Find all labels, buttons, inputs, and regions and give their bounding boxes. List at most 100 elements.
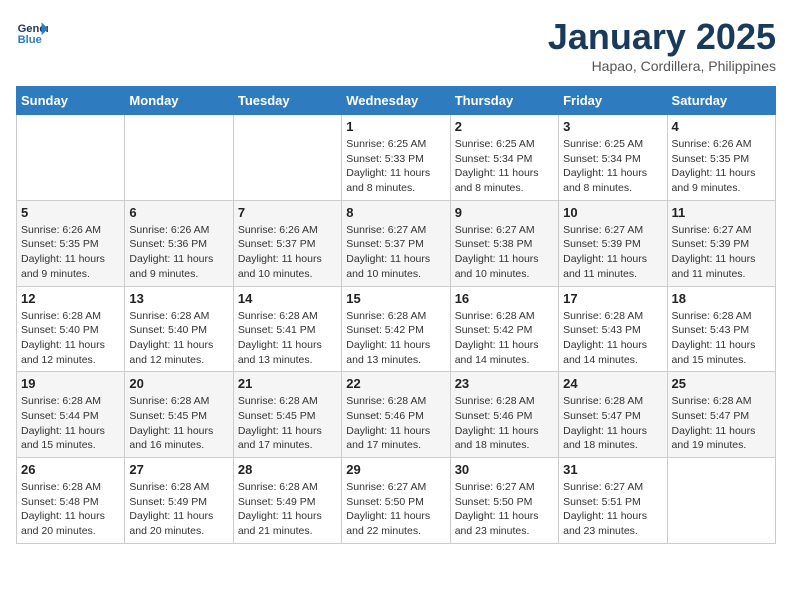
day-info-line: Daylight: 11 hours and 18 minutes. (563, 424, 662, 453)
day-number: 16 (455, 291, 554, 306)
day-info-line: Sunrise: 6:27 AM (346, 480, 445, 495)
day-info-line: Sunrise: 6:28 AM (563, 309, 662, 324)
day-info-line: Sunset: 5:37 PM (238, 237, 337, 252)
week-row-2: 5Sunrise: 6:26 AMSunset: 5:35 PMDaylight… (17, 200, 776, 286)
day-info-line: Daylight: 11 hours and 8 minutes. (346, 166, 445, 195)
day-info-line: Sunset: 5:34 PM (563, 152, 662, 167)
day-info-line: Daylight: 11 hours and 13 minutes. (346, 338, 445, 367)
weekday-header-tuesday: Tuesday (233, 87, 341, 115)
day-info-line: Daylight: 11 hours and 8 minutes. (563, 166, 662, 195)
day-info-line: Sunrise: 6:25 AM (563, 137, 662, 152)
day-info-line: Daylight: 11 hours and 14 minutes. (563, 338, 662, 367)
day-number: 1 (346, 119, 445, 134)
day-info-line: Sunset: 5:51 PM (563, 495, 662, 510)
day-info-line: Daylight: 11 hours and 10 minutes. (238, 252, 337, 281)
month-title: January 2025 (548, 16, 776, 58)
title-section: January 2025 Hapao, Cordillera, Philippi… (548, 16, 776, 74)
weekday-header-saturday: Saturday (667, 87, 775, 115)
day-info-line: Daylight: 11 hours and 19 minutes. (672, 424, 771, 453)
day-info-line: Sunrise: 6:28 AM (563, 394, 662, 409)
day-cell: 20Sunrise: 6:28 AMSunset: 5:45 PMDayligh… (125, 372, 233, 458)
day-info-line: Sunrise: 6:27 AM (563, 480, 662, 495)
day-cell (125, 115, 233, 201)
day-info-line: Sunrise: 6:26 AM (672, 137, 771, 152)
day-info-line: Daylight: 11 hours and 12 minutes. (21, 338, 120, 367)
day-info-line: Sunset: 5:50 PM (346, 495, 445, 510)
day-info-line: Sunrise: 6:28 AM (21, 394, 120, 409)
day-info-line: Sunrise: 6:25 AM (346, 137, 445, 152)
day-info-line: Sunrise: 6:28 AM (346, 309, 445, 324)
day-cell: 12 Sunrise: 6:28 AMSunset: 5:40 PMDayligh… (17, 286, 125, 372)
day-number: 2 (455, 119, 554, 134)
day-number: 12 (21, 291, 120, 306)
weekday-header-row: SundayMondayTuesdayWednesdayThursdayFrid… (17, 87, 776, 115)
day-cell (233, 115, 341, 201)
day-cell: 19Sunrise: 6:28 AMSunset: 5:44 PMDayligh… (17, 372, 125, 458)
day-info-line: Sunset: 5:33 PM (346, 152, 445, 167)
day-number: 11 (672, 205, 771, 220)
day-cell: 9Sunrise: 6:27 AMSunset: 5:38 PMDaylight… (450, 200, 558, 286)
day-info-line: Daylight: 11 hours and 9 minutes. (129, 252, 228, 281)
day-cell: 8Sunrise: 6:27 AMSunset: 5:37 PMDaylight… (342, 200, 450, 286)
day-number: 21 (238, 376, 337, 391)
day-info-line: Sunset: 5:34 PM (455, 152, 554, 167)
day-cell: 14Sunrise: 6:28 AMSunset: 5:41 PMDayligh… (233, 286, 341, 372)
day-cell: 5Sunrise: 6:26 AMSunset: 5:35 PMDaylight… (17, 200, 125, 286)
day-info-line: Daylight: 11 hours and 23 minutes. (455, 509, 554, 538)
day-cell: 24Sunrise: 6:28 AMSunset: 5:47 PMDayligh… (559, 372, 667, 458)
logo-icon: General Blue (16, 16, 48, 48)
day-info-line: Daylight: 11 hours and 9 minutes. (672, 166, 771, 195)
day-info-line: Sunrise: 6:28 AM (238, 309, 337, 324)
calendar-table: SundayMondayTuesdayWednesdayThursdayFrid… (16, 86, 776, 544)
day-cell: 17Sunrise: 6:28 AMSunset: 5:43 PMDayligh… (559, 286, 667, 372)
day-cell (17, 115, 125, 201)
logo: General Blue (16, 16, 48, 48)
day-info-line: Daylight: 11 hours and 15 minutes. (21, 424, 120, 453)
day-cell: 23Sunrise: 6:28 AMSunset: 5:46 PMDayligh… (450, 372, 558, 458)
day-info-line: Daylight: 11 hours and 23 minutes. (563, 509, 662, 538)
day-number: 27 (129, 462, 228, 477)
day-number: 26 (21, 462, 120, 477)
day-info-line: Sunset: 5:39 PM (563, 237, 662, 252)
header: General Blue January 2025 Hapao, Cordill… (16, 16, 776, 74)
day-cell: 16Sunrise: 6:28 AMSunset: 5:42 PMDayligh… (450, 286, 558, 372)
day-number: 14 (238, 291, 337, 306)
day-info-line: Sunrise: 6:26 AM (129, 223, 228, 238)
day-info-line: Sunset: 5:47 PM (563, 409, 662, 424)
day-info-line: Sunrise: 6:28 AM (21, 309, 120, 324)
day-number: 30 (455, 462, 554, 477)
day-info-line: Sunset: 5:35 PM (21, 237, 120, 252)
day-number: 7 (238, 205, 337, 220)
day-number: 15 (346, 291, 445, 306)
day-info-line: Sunset: 5:40 PM (129, 323, 228, 338)
day-info-line: Daylight: 11 hours and 22 minutes. (346, 509, 445, 538)
day-cell: 6Sunrise: 6:26 AMSunset: 5:36 PMDaylight… (125, 200, 233, 286)
day-number: 8 (346, 205, 445, 220)
day-info-line: Sunrise: 6:26 AM (238, 223, 337, 238)
day-info-line: Sunset: 5:40 PM (21, 323, 120, 338)
day-info-line: Daylight: 11 hours and 13 minutes. (238, 338, 337, 367)
day-cell: 13Sunrise: 6:28 AMSunset: 5:40 PMDayligh… (125, 286, 233, 372)
day-info-line: Sunset: 5:45 PM (129, 409, 228, 424)
day-info-line: Sunrise: 6:25 AM (455, 137, 554, 152)
day-info-line: Sunrise: 6:28 AM (21, 480, 120, 495)
day-info-line: Sunrise: 6:27 AM (563, 223, 662, 238)
day-cell: 10Sunrise: 6:27 AMSunset: 5:39 PMDayligh… (559, 200, 667, 286)
day-info-line: Sunset: 5:49 PM (129, 495, 228, 510)
day-cell: 11Sunrise: 6:27 AMSunset: 5:39 PMDayligh… (667, 200, 775, 286)
day-info-line: Sunset: 5:38 PM (455, 237, 554, 252)
day-cell: 2 Sunrise: 6:25 AMSunset: 5:34 PMDaylight… (450, 115, 558, 201)
day-cell: 3Sunrise: 6:25 AMSunset: 5:34 PMDaylight… (559, 115, 667, 201)
day-info-line: Sunset: 5:45 PM (238, 409, 337, 424)
day-info-line: Daylight: 11 hours and 11 minutes. (563, 252, 662, 281)
weekday-header-thursday: Thursday (450, 87, 558, 115)
day-info-line: Sunset: 5:35 PM (672, 152, 771, 167)
day-info-line: Sunset: 5:37 PM (346, 237, 445, 252)
day-info-line: Sunset: 5:39 PM (672, 237, 771, 252)
day-info-line: Sunrise: 6:28 AM (346, 394, 445, 409)
day-info-line: Daylight: 11 hours and 8 minutes. (455, 166, 554, 195)
day-info-line: Sunrise: 6:28 AM (455, 309, 554, 324)
week-row-4: 19Sunrise: 6:28 AMSunset: 5:44 PMDayligh… (17, 372, 776, 458)
day-info-line: Sunrise: 6:28 AM (238, 480, 337, 495)
day-info-line: Sunset: 5:43 PM (672, 323, 771, 338)
